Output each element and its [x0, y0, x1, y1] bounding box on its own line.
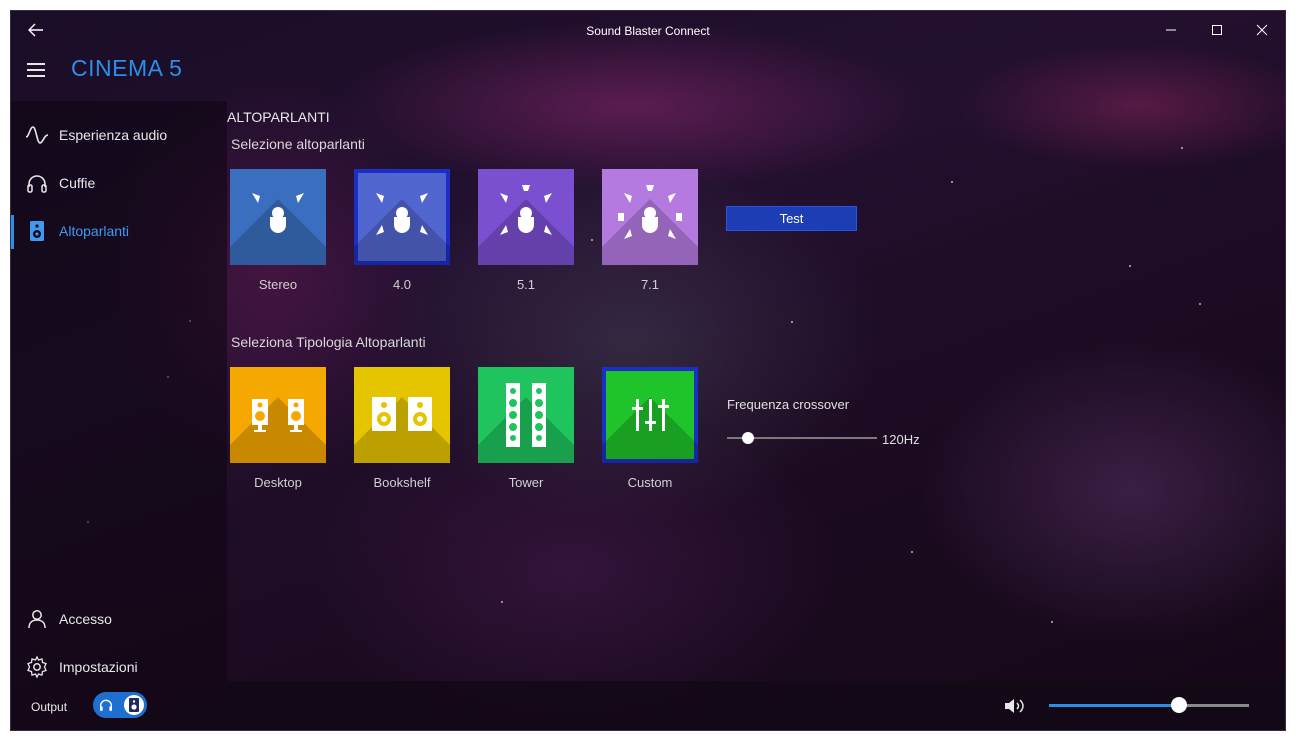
- star: [911, 551, 913, 553]
- tile-stereo[interactable]: [230, 169, 326, 265]
- tower-speakers-icon: [506, 383, 546, 447]
- tile-5-1[interactable]: [478, 169, 574, 265]
- tile-label: Bookshelf: [373, 475, 431, 490]
- volume-slider-fill[interactable]: [1049, 704, 1179, 707]
- star: [501, 601, 503, 603]
- speaker-type-title: Seleziona Tipologia Altoparlanti: [231, 334, 426, 350]
- sidebar-item-label: Altoparlanti: [59, 223, 130, 239]
- crossover-slider-thumb[interactable]: [742, 432, 754, 444]
- sidebar: Esperienza audio Cuffie Altoparlanti Acc…: [11, 101, 227, 681]
- sidebar-item-cuffie[interactable]: Cuffie: [11, 161, 227, 205]
- bottom-bar: Output: [11, 681, 1285, 730]
- sidebar-item-label: Esperienza audio: [59, 127, 168, 143]
- maximize-icon: [1212, 25, 1222, 35]
- tile-4-0[interactable]: [354, 169, 450, 265]
- hamburger-menu-button[interactable]: [27, 63, 45, 77]
- app-title: Sound Blaster Connect: [586, 24, 710, 38]
- volume-icon[interactable]: [1003, 696, 1027, 716]
- sidebar-item-label: Accesso: [59, 611, 112, 627]
- star: [951, 181, 953, 183]
- stereo-layout-icon: [252, 193, 304, 233]
- maximize-button[interactable]: [1204, 17, 1230, 43]
- tile-label: 5.1: [516, 277, 536, 292]
- waveform-icon: [25, 126, 49, 144]
- tile-tower[interactable]: [478, 367, 574, 463]
- title-bar: Sound Blaster Connect: [11, 11, 1285, 49]
- headphones-icon: [27, 175, 47, 193]
- volume-slider-thumb[interactable]: [1171, 697, 1187, 713]
- tile-label: Custom: [627, 475, 673, 490]
- tile-custom[interactable]: [602, 367, 698, 463]
- active-indicator: [11, 215, 14, 249]
- speaker-icon: [30, 221, 44, 241]
- speaker-selection-title: Selezione altoparlanti: [231, 136, 365, 152]
- star: [1129, 265, 1131, 267]
- bookshelf-speakers-icon: [372, 397, 432, 431]
- surround-5-1-layout-icon: [500, 185, 552, 235]
- surround-7-1-layout-icon: [618, 185, 682, 239]
- tile-label: Tower: [508, 475, 544, 490]
- close-icon: [1256, 24, 1268, 36]
- tile-label: 4.0: [392, 277, 412, 292]
- gear-icon: [27, 655, 47, 679]
- quad-layout-icon: [376, 193, 428, 235]
- minimize-button[interactable]: [1158, 17, 1184, 43]
- star: [1199, 303, 1201, 305]
- tile-label: Desktop: [254, 475, 302, 490]
- star: [591, 239, 593, 241]
- close-button[interactable]: [1249, 17, 1275, 43]
- tile-7-1[interactable]: [602, 169, 698, 265]
- sidebar-item-accesso[interactable]: Accesso: [11, 597, 227, 641]
- speaker-icon: [129, 698, 139, 712]
- section-title: ALTOPARLANTI: [227, 109, 330, 125]
- sidebar-item-esperienza-audio[interactable]: Esperienza audio: [11, 113, 227, 157]
- output-toggle[interactable]: [93, 692, 147, 718]
- crossover-label: Frequenza crossover: [727, 397, 850, 412]
- tile-desktop[interactable]: [230, 367, 326, 463]
- crossover-value: 120Hz: [882, 432, 920, 447]
- headphones-icon: [100, 699, 112, 711]
- star: [1181, 147, 1183, 149]
- test-button[interactable]: Test: [726, 206, 857, 231]
- star: [791, 321, 793, 323]
- person-icon: [28, 610, 46, 629]
- tile-label: 7.1: [640, 277, 660, 292]
- sidebar-item-label: Impostazioni: [59, 659, 138, 675]
- equalizer-sliders-icon: [632, 399, 669, 431]
- app-window: Sound Blaster Connect CINEMA 5 Esperienz…: [10, 10, 1286, 731]
- sidebar-item-label: Cuffie: [59, 175, 96, 191]
- desktop-speakers-icon: [252, 399, 304, 432]
- volume-slider-track[interactable]: [1179, 704, 1249, 707]
- tile-label: Stereo: [258, 277, 298, 292]
- tile-bookshelf[interactable]: [354, 367, 450, 463]
- output-label: Output: [31, 700, 68, 714]
- sidebar-item-altoparlanti[interactable]: Altoparlanti: [11, 209, 227, 253]
- star: [1051, 621, 1053, 623]
- minimize-icon: [1166, 29, 1176, 31]
- toggle-knob: [124, 695, 144, 715]
- device-name: CINEMA 5: [71, 55, 183, 81]
